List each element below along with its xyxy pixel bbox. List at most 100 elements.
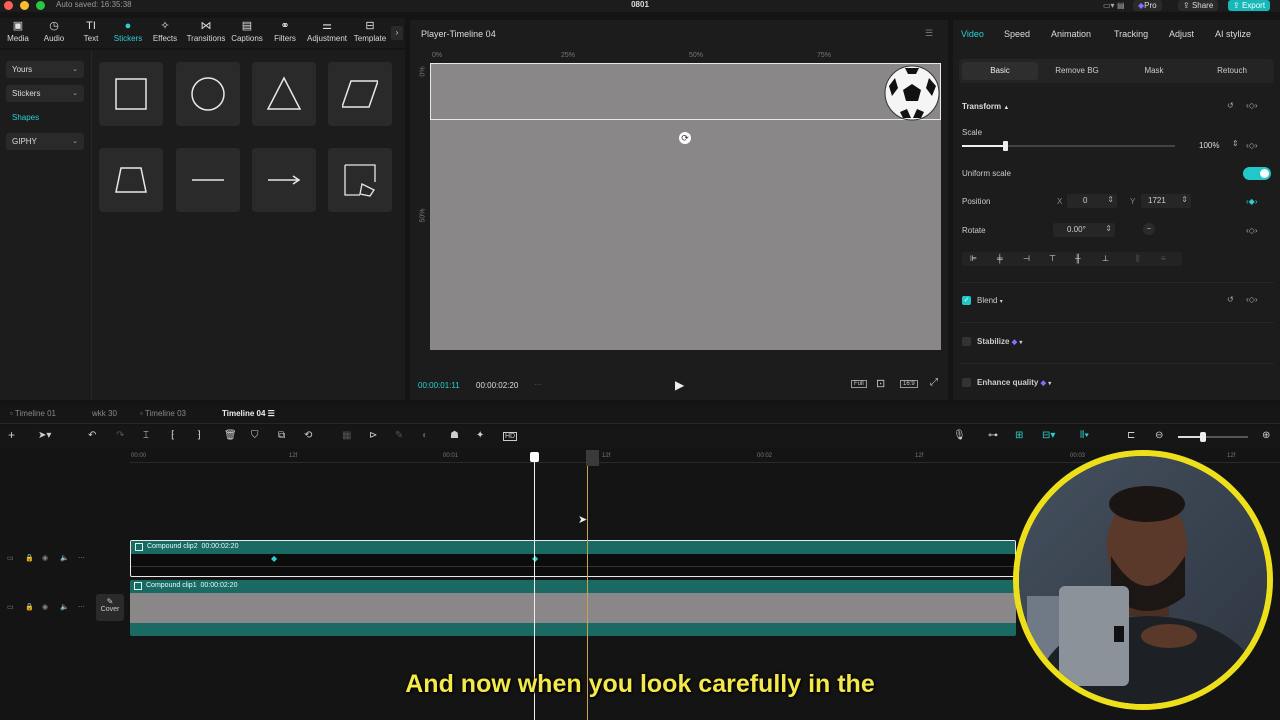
zoom-slider[interactable] (1178, 432, 1248, 442)
export-button[interactable]: ⇪ Export (1228, 0, 1271, 11)
lock-icon[interactable]: 🔒 (25, 554, 34, 562)
keyframe-marker[interactable]: ◆ (532, 554, 538, 563)
keyframe-nav-icon[interactable]: ‹◇› (1246, 295, 1257, 304)
link-icon[interactable]: ⊶ (988, 430, 998, 441)
soccer-ball-sticker[interactable] (883, 64, 941, 122)
magnet-icon[interactable]: ⊞ (1015, 430, 1023, 441)
tab-timeline-01[interactable]: ▫ Timeline 01 (10, 409, 56, 418)
tab-adjust[interactable]: Adjust (1169, 29, 1194, 39)
selection-box[interactable] (430, 63, 941, 120)
blend-checkbox[interactable]: ✓ (962, 296, 971, 305)
tool-filters[interactable]: ⚭ Filters (270, 18, 300, 48)
shape-square[interactable] (99, 62, 163, 126)
more-icon[interactable]: ⋯ (78, 603, 85, 611)
zoom-in-icon[interactable]: ⊕ (1262, 430, 1270, 441)
enhance-checkbox[interactable] (962, 378, 971, 387)
shield-icon[interactable]: ⛉ (251, 430, 259, 441)
subtab-retouch[interactable]: Retouch (1197, 63, 1267, 79)
tab-tracking[interactable]: Tracking (1114, 29, 1148, 39)
reset-icon[interactable]: ↺ (1227, 295, 1234, 304)
shape-trapezoid[interactable] (99, 148, 163, 212)
keyframe-nav-icon[interactable]: ‹◇› (1246, 226, 1257, 235)
close-window-button[interactable] (4, 1, 13, 10)
scale-value[interactable]: 100% (1199, 141, 1219, 150)
tool-text[interactable]: TI Text (78, 18, 104, 48)
microphone-icon[interactable]: 🎙 (953, 430, 966, 441)
preview-axis-icon[interactable]: ⫴▾ (1080, 430, 1089, 441)
position-x-field[interactable]: 0 ⇕ (1067, 194, 1117, 208)
align-center-h-icon[interactable]: ╪ (997, 254, 1003, 263)
zoom-out-icon[interactable]: ⊖ (1155, 430, 1163, 441)
eye-icon[interactable]: ◉ (42, 603, 48, 611)
align-bottom-icon[interactable]: ⊥ (1102, 254, 1109, 263)
tab-speed[interactable]: Speed (1004, 29, 1030, 39)
tool-stickers[interactable]: ● Stickers (111, 18, 145, 48)
play-button[interactable]: ▶ (675, 378, 684, 392)
stabilize-checkbox[interactable] (962, 337, 971, 346)
eye-icon[interactable]: ◉ (42, 554, 48, 562)
tool-template[interactable]: ⊟ Template (352, 18, 388, 48)
compound-clip-1[interactable]: Compound clip1 00:00:02:20 (130, 580, 1016, 636)
rotate-handle-icon[interactable]: ⟳ (679, 132, 691, 144)
scale-slider[interactable] (962, 141, 1175, 151)
category-stickers[interactable]: Stickers ⌄ (6, 85, 84, 102)
lock-icon[interactable]: 🔒 (25, 603, 34, 611)
shape-triangle[interactable] (252, 62, 316, 126)
select-tool-icon[interactable]: ➤▾ (38, 430, 51, 441)
chevron-right-icon[interactable]: › (391, 26, 403, 40)
blend-label[interactable]: Blend ▾ (977, 296, 1003, 305)
shape-parallelogram[interactable] (328, 62, 392, 126)
aspect-ratio-button[interactable]: 16:9 (900, 380, 918, 388)
tab-ai-stylize[interactable]: AI stylize (1215, 29, 1251, 39)
split-right-icon[interactable]: ⁆ (197, 430, 201, 441)
uniform-scale-toggle[interactable] (1243, 167, 1271, 180)
menu-icon[interactable]: ☰ (925, 28, 933, 39)
split-scene-icon[interactable]: ⊳ (369, 430, 377, 441)
reverse-icon[interactable]: ◐ (422, 430, 428, 441)
tool-captions[interactable]: ▤ Captions (230, 18, 264, 48)
rotate-dial-icon[interactable]: – (1143, 223, 1155, 235)
cover-button[interactable]: ✎ Cover (96, 594, 124, 621)
align-right-icon[interactable]: ⊣ (1023, 254, 1030, 263)
shape-line[interactable] (176, 148, 240, 212)
playhead-handle[interactable] (530, 452, 539, 462)
crop-fit-icon[interactable]: ⊡ (876, 377, 885, 390)
undo-icon[interactable]: ↶ (88, 430, 96, 441)
keyframe-nav-icon[interactable]: ‹◇› (1246, 101, 1257, 110)
rotate-field[interactable]: 0.00° ⇕ (1053, 223, 1115, 237)
subtab-remove-bg[interactable]: Remove BG (1041, 63, 1113, 79)
tab-wkk-30[interactable]: wkk 30 (92, 409, 117, 418)
category-yours[interactable]: Yours ⌄ (6, 61, 84, 78)
category-giphy[interactable]: GIPHY ⌄ (6, 133, 84, 150)
compound-clip-2[interactable]: Compound clip2 00:00:02:20 ◆ ◆ (130, 540, 1016, 577)
shortcuts-icon[interactable]: ▤ (1112, 0, 1130, 11)
align-top-icon[interactable]: ⊤ (1049, 254, 1056, 263)
position-y-field[interactable]: 1721 ⇕ (1141, 194, 1191, 208)
subtab-mask[interactable]: Mask (1119, 63, 1189, 79)
more-icon[interactable]: ⋯ (78, 554, 85, 562)
tab-animation[interactable]: Animation (1051, 29, 1091, 39)
stepper-icon[interactable]: ⇕ (1105, 224, 1112, 233)
shape-arrow[interactable] (252, 148, 316, 212)
align-left-icon[interactable]: ⊫ (970, 254, 977, 263)
tool-adjustment[interactable]: ⚌ Adjustment (305, 18, 349, 48)
align-center-v-icon[interactable]: ╫ (1075, 254, 1081, 263)
snap-icon[interactable]: ⊟▾ (1042, 430, 1055, 441)
keyframe-marker[interactable]: ◆ (271, 554, 277, 563)
tab-timeline-04[interactable]: Timeline 04 ☰ (222, 409, 275, 418)
speaker-icon[interactable]: 🔈 (60, 554, 69, 562)
speaker-icon[interactable]: 🔈 (60, 603, 69, 611)
tab-timeline-03[interactable]: ▫ Timeline 03 (140, 409, 186, 418)
hd-icon[interactable]: HD (503, 432, 518, 441)
menu-icon[interactable]: ☰ (268, 409, 275, 418)
tab-video[interactable]: Video (961, 29, 984, 39)
redo-icon[interactable]: ↷ (116, 430, 124, 441)
full-quality-button[interactable]: Full (851, 380, 867, 388)
minimize-window-button[interactable] (20, 1, 29, 10)
freeze-icon[interactable]: ▦ (342, 430, 351, 441)
mask-icon[interactable]: ✎ (395, 430, 403, 441)
shape-custom-pen[interactable] (328, 148, 392, 212)
split-left-icon[interactable]: ⁅ (171, 430, 175, 441)
tool-media[interactable]: ▣ Media (4, 18, 32, 48)
person-icon[interactable]: ☗ (450, 430, 459, 441)
